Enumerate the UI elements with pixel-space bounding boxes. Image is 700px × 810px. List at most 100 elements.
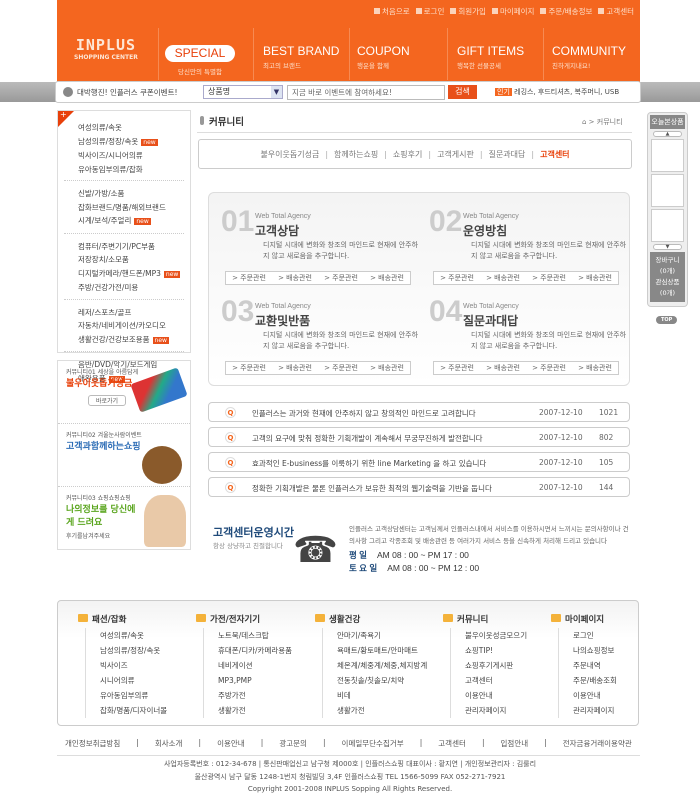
sitemap-link[interactable]: 나의쇼핑정보 bbox=[573, 643, 617, 658]
scroll-down-button[interactable]: ▼ bbox=[653, 244, 682, 250]
card-link[interactable]: > 배송관련 bbox=[278, 272, 312, 284]
card-link[interactable]: > 주문관련 bbox=[532, 362, 566, 374]
footer-link[interactable]: 개인정보취급방침 bbox=[65, 738, 120, 749]
top-button[interactable]: TOP bbox=[656, 316, 678, 324]
sitemap-link[interactable]: 주문내역 bbox=[573, 658, 617, 673]
event-text[interactable]: 대박행진! 인플러스 쿠폰이벤트! bbox=[77, 87, 177, 98]
sitemap-link[interactable]: 이용안내 bbox=[465, 688, 527, 703]
sitemap-link[interactable]: 유아동임부의류 bbox=[100, 688, 167, 703]
sitemap-link[interactable]: 시니어의류 bbox=[100, 673, 167, 688]
category-item[interactable]: 남성의류/정장/속옷 new bbox=[78, 135, 184, 150]
folder-icon-heading[interactable]: 패션/잡화 bbox=[78, 613, 167, 625]
card-link[interactable]: > 배송관련 bbox=[578, 362, 612, 374]
nav-best-brand[interactable]: BEST BRAND 최고의 브랜드 bbox=[263, 44, 339, 70]
card-link[interactable]: > 배송관련 bbox=[370, 362, 404, 374]
card-link[interactable]: > 주문관련 bbox=[440, 272, 474, 284]
go-button[interactable]: 바로가기 bbox=[88, 395, 126, 406]
sitemap-link[interactable]: 여성의류/속옷 bbox=[100, 628, 167, 643]
card-link[interactable]: > 배송관련 bbox=[486, 362, 520, 374]
card-link[interactable]: > 주문관련 bbox=[532, 272, 566, 284]
card-title[interactable]: 질문과대답 bbox=[463, 312, 518, 329]
category-item[interactable]: 저장장치/소모품 bbox=[78, 253, 184, 267]
search-input[interactable]: 지금 바로 이벤트에 참여하세요! bbox=[287, 85, 445, 100]
recent-slot[interactable] bbox=[651, 139, 684, 172]
top-link[interactable]: 처음으로 bbox=[374, 6, 410, 17]
category-item[interactable]: 잡화브랜드/명품/해외브랜드 bbox=[78, 201, 184, 215]
sitemap-link[interactable]: 빅사이즈 bbox=[100, 658, 167, 673]
category-item[interactable]: 빅사이즈/시니어의류 bbox=[78, 149, 184, 163]
banner-donation[interactable]: 커뮤니티01 세상을 아름답게 불우이웃돕기성금 바로가기 bbox=[58, 361, 190, 424]
faq-row[interactable]: Q 정확한 기획개발은 물론 인플러스가 보유한 최적의 웹기술력을 기반을 둡니… bbox=[208, 477, 630, 497]
card-title[interactable]: 교환및반품 bbox=[255, 312, 310, 329]
category-item[interactable]: 디지털카메라/핸드폰/MP3 new bbox=[78, 267, 184, 282]
sitemap-link[interactable]: 노트북/데스크탑 bbox=[218, 628, 292, 643]
recent-slot[interactable] bbox=[651, 209, 684, 242]
sitemap-link[interactable]: 생활가전 bbox=[337, 703, 427, 718]
tab[interactable]: 고객센터 bbox=[540, 149, 569, 160]
cart-wish-summary[interactable]: 장바구니 (0개) 관심상품 (0개) bbox=[650, 252, 685, 302]
search-category-select[interactable]: 상품명 ▼ bbox=[203, 85, 283, 99]
sitemap-link[interactable]: 남성의류/정장/속옷 bbox=[100, 643, 167, 658]
tab[interactable]: 함께하는쇼핑 bbox=[334, 149, 378, 160]
card-link[interactable]: > 배송관련 bbox=[578, 272, 612, 284]
nav-special[interactable]: SPECIAL bbox=[165, 45, 235, 62]
sitemap-link[interactable]: 안마기/족욕기 bbox=[337, 628, 427, 643]
sitemap-link[interactable]: 네비게이션 bbox=[218, 658, 292, 673]
sitemap-link[interactable]: 관리자페이지 bbox=[573, 703, 617, 718]
category-item[interactable]: 생활건강/건강보조용품 new bbox=[78, 333, 184, 348]
faq-title[interactable]: 인플러스는 과거와 현재에 안주하지 않고 창의적인 마인드로 고려합니다 bbox=[252, 408, 476, 419]
card-link[interactable]: > 주문관련 bbox=[232, 272, 266, 284]
sitemap-link[interactable]: 욕매트/황토매트/안마매트 bbox=[337, 643, 427, 658]
search-button[interactable]: 검색 bbox=[448, 85, 477, 99]
footer-link[interactable]: 광고문의 bbox=[279, 738, 307, 749]
banner-shopping[interactable]: 커뮤니티02 겨울눈사람이벤트 고객과함께하는쇼핑 bbox=[58, 424, 190, 487]
tab[interactable]: 쇼핑후기 bbox=[393, 149, 422, 160]
tab[interactable]: 불우이웃돕기성금 bbox=[260, 149, 319, 160]
card-link[interactable]: > 배송관련 bbox=[486, 272, 520, 284]
faq-title[interactable]: 효과적인 E-business를 이룩하기 위한 line Marketing … bbox=[252, 458, 486, 469]
folder-icon-heading[interactable]: 가전/전자기기 bbox=[196, 613, 292, 625]
banner-review[interactable]: 커뮤니티03 쇼핑쇼핑쇼핑 나의정보를 당신에게 드려요 후기를남겨주세요 bbox=[58, 487, 190, 550]
card-link[interactable]: > 주문관련 bbox=[324, 272, 358, 284]
category-item[interactable]: 레저/스포츠/골프 bbox=[78, 306, 184, 320]
popular-keywords[interactable]: 인기 레깅스, 후드티셔츠, 복주머니, USB bbox=[495, 87, 619, 97]
top-link[interactable]: 마이페이지 bbox=[491, 6, 534, 17]
footer-link[interactable]: 이메일무단수집거부 bbox=[342, 738, 404, 749]
card-title[interactable]: 고객상담 bbox=[255, 222, 299, 239]
footer-link[interactable]: 전자금융거래이용약관 bbox=[563, 738, 632, 749]
category-item[interactable]: 여성의류/속옷 bbox=[78, 121, 184, 135]
footer-link[interactable]: 고객센터 bbox=[438, 738, 466, 749]
category-item[interactable]: 신발/가방/소품 bbox=[78, 187, 184, 201]
card-link[interactable]: > 주문관련 bbox=[232, 362, 266, 374]
tab[interactable]: 질문과대답 bbox=[489, 149, 526, 160]
faq-row[interactable]: Q 효과적인 E-business를 이룩하기 위한 line Marketing… bbox=[208, 452, 630, 472]
logo[interactable]: INPLUS SHOPPING CENTER bbox=[74, 36, 138, 61]
top-link[interactable]: 주문/배송정보 bbox=[540, 6, 592, 17]
folder-icon-heading[interactable]: 생활건강 bbox=[315, 613, 427, 625]
faq-row[interactable]: Q 고객의 요구에 맞춰 정확한 기획개발이 계속해서 무궁무진하게 발전합니다 2… bbox=[208, 427, 630, 447]
sitemap-link[interactable]: 주문/배송조회 bbox=[573, 673, 617, 688]
top-link[interactable]: 로그인 bbox=[415, 6, 444, 17]
card-link[interactable]: > 배송관련 bbox=[370, 272, 404, 284]
faq-title[interactable]: 정확한 기획개발은 물론 인플러스가 보유한 최적의 웹기술력을 기반을 둡니다 bbox=[252, 483, 492, 494]
faq-title[interactable]: 고객의 요구에 맞춰 정확한 기획개발이 계속해서 무궁무진하게 발전합니다 bbox=[252, 433, 483, 444]
sitemap-link[interactable]: 관리자페이지 bbox=[465, 703, 527, 718]
top-link[interactable]: 고객센터 bbox=[598, 6, 634, 17]
scroll-up-button[interactable]: ▲ bbox=[653, 131, 682, 137]
card-title[interactable]: 운영방침 bbox=[463, 222, 507, 239]
folder-icon-heading[interactable]: 마이페이지 bbox=[551, 613, 617, 625]
sitemap-link[interactable]: MP3,PMP bbox=[218, 673, 292, 688]
category-item[interactable]: 시계/보석/주얼리 new bbox=[78, 214, 184, 229]
nav-gift-items[interactable]: GIFT ITEMS 행복한 선물공세 bbox=[457, 44, 524, 70]
sitemap-link[interactable]: 불우이웃성금모으기 bbox=[465, 628, 527, 643]
sitemap-link[interactable]: 주방가전 bbox=[218, 688, 292, 703]
sitemap-link[interactable]: 잡화/명품/디자이너몰 bbox=[100, 703, 167, 718]
card-link[interactable]: > 주문관련 bbox=[324, 362, 358, 374]
breadcrumb[interactable]: ⌂ > 커뮤니티 bbox=[582, 117, 623, 127]
sitemap-link[interactable]: 로그인 bbox=[573, 628, 617, 643]
category-item[interactable]: 자동차/네비게이션/카오디오 bbox=[78, 319, 184, 333]
faq-row[interactable]: Q 인플러스는 과거와 현재에 안주하지 않고 창의적인 마인드로 고려합니다 20… bbox=[208, 402, 630, 422]
sitemap-link[interactable]: 생활가전 bbox=[218, 703, 292, 718]
footer-link[interactable]: 입점안내 bbox=[501, 738, 529, 749]
sitemap-link[interactable]: 쇼핑TIP! bbox=[465, 643, 527, 658]
